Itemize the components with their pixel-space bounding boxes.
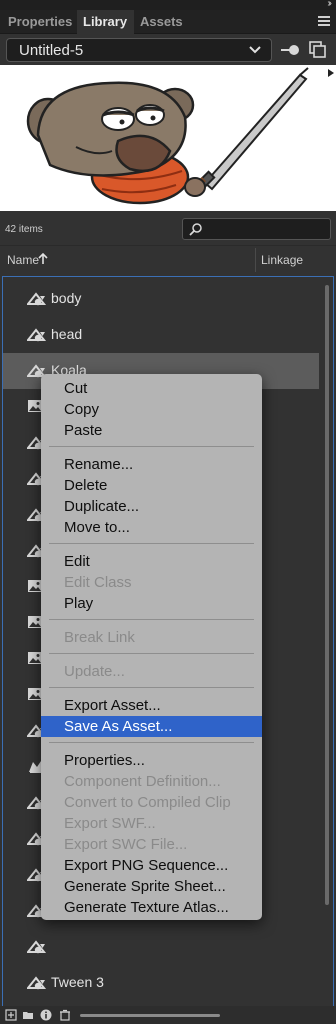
library-item-label: head — [51, 326, 83, 342]
preview-play-arrow-icon[interactable] — [328, 69, 334, 77]
list-scrollbar[interactable] — [325, 285, 329, 905]
menu-item-properties[interactable]: Properties... — [41, 750, 262, 771]
library-column-header: Name Linkage — [0, 245, 336, 275]
menu-item-export-swc-file: Export SWC File... — [64, 836, 188, 853]
menu-item-convert-to-compiled-clip: Convert to Compiled Clip — [64, 794, 231, 811]
library-list-item[interactable]: Tween 3 — [3, 965, 319, 1001]
document-select-value: Untitled-5 — [19, 42, 84, 59]
menu-item-rename[interactable]: Rename... — [41, 454, 262, 475]
library-list-item[interactable]: body — [3, 281, 319, 317]
library-item-label: body — [51, 290, 82, 306]
menu-item-break-link: Break Link — [64, 629, 135, 646]
graphic-symbol-icon — [25, 939, 47, 955]
menu-separator — [49, 653, 254, 654]
new-symbol-icon[interactable] — [5, 1009, 17, 1021]
library-item-label: Tween 3 — [51, 974, 104, 990]
graphic-symbol-icon — [25, 291, 47, 307]
new-library-panel-icon[interactable] — [308, 40, 328, 60]
delete-trash-icon[interactable] — [59, 1009, 71, 1021]
properties-info-icon[interactable] — [40, 1009, 52, 1021]
library-list-item[interactable] — [3, 929, 319, 965]
menu-item-generate-sprite-sheet[interactable]: Generate Sprite Sheet... — [41, 876, 262, 897]
column-linkage-header[interactable]: Linkage — [261, 253, 303, 267]
menu-item-copy[interactable]: Copy — [41, 399, 262, 420]
panel-tab-bar: Properties Library Assets — [0, 10, 336, 35]
library-bottom-toolbar — [0, 1006, 336, 1024]
menu-item-duplicate[interactable]: Duplicate... — [41, 496, 262, 517]
panel-top-strip: ›› — [0, 0, 336, 10]
sort-ascending-icon[interactable] — [38, 253, 48, 265]
tab-properties[interactable]: Properties — [2, 10, 76, 34]
library-context-menu: Cut Copy Paste Rename... Delete Duplicate... M… — [41, 374, 262, 920]
menu-item-component-definition: Component Definition... — [64, 773, 221, 790]
library-item-count: 42 items — [5, 224, 43, 235]
menu-item-save-as-asset[interactable]: Save As Asset... — [41, 716, 262, 737]
menu-item-delete[interactable]: Delete — [41, 475, 262, 496]
menu-item-export-png-sequence[interactable]: Export PNG Sequence... — [41, 855, 262, 876]
symbol-preview — [0, 65, 336, 211]
menu-item-update: Update... — [64, 663, 125, 680]
hamburger-menu-icon[interactable] — [318, 16, 330, 26]
menu-separator — [49, 742, 254, 743]
column-name-header[interactable]: Name — [7, 253, 39, 267]
menu-separator — [49, 543, 254, 544]
library-list-item[interactable]: head — [3, 317, 319, 353]
menu-item-cut[interactable]: Cut — [41, 378, 262, 399]
double-chevron-right-icon[interactable]: ›› — [327, 0, 331, 9]
horizontal-scrollbar[interactable] — [80, 1014, 220, 1017]
column-divider[interactable] — [255, 248, 256, 272]
menu-item-export-swf: Export SWF... — [64, 815, 156, 832]
tab-assets[interactable]: Assets — [134, 10, 184, 34]
menu-item-edit-class: Edit Class — [64, 574, 132, 591]
menu-item-play[interactable]: Play — [41, 593, 262, 614]
menu-item-move-to[interactable]: Move to... — [41, 517, 262, 538]
menu-separator — [49, 687, 254, 688]
chevron-down-icon — [249, 46, 261, 54]
new-folder-icon[interactable] — [22, 1009, 34, 1021]
menu-item-generate-texture-atlas[interactable]: Generate Texture Atlas... — [41, 897, 262, 918]
menu-item-export-asset[interactable]: Export Asset... — [41, 695, 262, 716]
library-search-input[interactable] — [182, 218, 331, 240]
graphic-symbol-icon — [25, 327, 47, 343]
menu-item-edit[interactable]: Edit — [41, 551, 262, 572]
menu-separator — [49, 619, 254, 620]
search-icon — [189, 223, 202, 236]
graphic-symbol-icon — [25, 975, 47, 991]
koala-preview-image — [26, 67, 309, 205]
menu-separator — [49, 446, 254, 447]
document-select[interactable]: Untitled-5 — [6, 38, 272, 62]
tab-library[interactable]: Library — [77, 10, 134, 35]
menu-item-paste[interactable]: Paste — [41, 420, 262, 441]
pin-library-icon[interactable] — [280, 40, 300, 60]
